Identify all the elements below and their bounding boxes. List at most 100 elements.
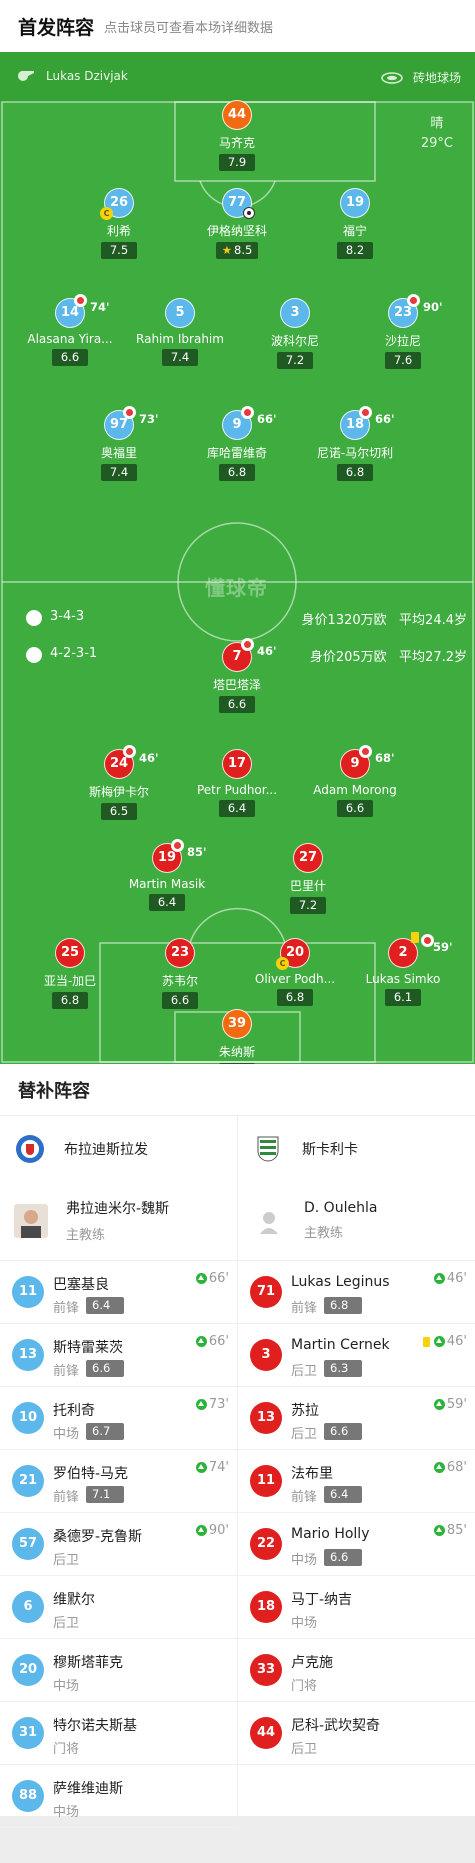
sub-number: 13: [250, 1402, 282, 1434]
player-name: Lukas Simko: [365, 972, 441, 986]
sub-rating: 7.1: [86, 1486, 124, 1503]
sub-in-minute: 46': [446, 1271, 467, 1286]
sub-number: 11: [12, 1276, 44, 1308]
rating-value: 7.2: [285, 353, 305, 367]
sub-player-row[interactable]: 20 穆斯塔菲克 中场: [0, 1639, 237, 1702]
sub-position: 中场: [53, 1805, 80, 1820]
coach-placeholder-icon: [260, 1211, 278, 1234]
player-number: 2 59': [388, 932, 453, 968]
coach-role: 主教练: [66, 1228, 106, 1243]
sub-number: 20: [12, 1654, 44, 1686]
player-home-f2[interactable]: 9 66' 库哈雷维奇 6.8: [172, 406, 302, 481]
home-subs-team[interactable]: 布拉迪斯拉发: [0, 1116, 237, 1181]
home-coach[interactable]: 弗拉迪米尔-魏斯 主教练: [0, 1181, 237, 1261]
sub-in-icon: [433, 1462, 445, 1473]
sub-position: 后卫: [53, 1616, 80, 1631]
player-rating: 6.6: [219, 696, 255, 713]
player-away-am2[interactable]: 17 Petr Pudhor... 6.4: [172, 749, 302, 817]
player-number: 9 68': [340, 745, 395, 779]
player-name: 利希: [106, 224, 131, 238]
player-home-f3[interactable]: 18 66' 尼诺-马尔切利 6.8: [290, 406, 420, 481]
player-away-d2[interactable]: 23 苏韦尔 6.6: [115, 938, 245, 1009]
sub-player-row[interactable]: 44 尼科-武坎契奇 后卫: [238, 1702, 475, 1765]
sub-player-row[interactable]: 21 罗伯特-马克 前锋 7.1 74': [0, 1450, 237, 1513]
rating-value: 6.5: [109, 804, 129, 818]
player-rating: 7.2: [277, 352, 313, 369]
player-number: 14 74': [55, 294, 110, 328]
sub-name: 罗伯特-马克: [53, 1466, 129, 1482]
sub-player-row[interactable]: 71 Lukas Leginus 前锋 6.8 46': [238, 1261, 475, 1324]
player-number: 26 C: [100, 188, 134, 220]
sub-player-row[interactable]: 31 特尔诺夫斯基 门将: [0, 1702, 237, 1765]
player-home-m2[interactable]: 5 Rahim Ibrahim 7.4: [115, 298, 245, 366]
sub-player-row[interactable]: 22 Mario Holly 中场 6.6 85': [238, 1513, 475, 1576]
player-home-m4[interactable]: 23 90' 沙拉尼 7.6: [338, 294, 468, 369]
player-away-dm1[interactable]: 19 85' Martin Masik 6.4: [102, 839, 232, 911]
pitch: Lukas Dzivjak 砖地球场 晴 29°C 懂球帝 3-4-3 身价13…: [0, 52, 475, 1064]
sub-in-info: 66': [195, 1271, 229, 1286]
sub-in-minute: 66': [208, 1334, 229, 1349]
star-icon: ★: [221, 243, 232, 257]
sub-player-row[interactable]: 13 斯特雷莱茨 前锋 6.6 66': [0, 1324, 237, 1387]
rating-value: 6.4: [227, 801, 247, 815]
watermark: 懂球帝: [205, 576, 268, 600]
rating-value: 7.4: [109, 465, 129, 479]
sub-player-row[interactable]: 57 桑德罗-克鲁斯 后卫 90': [0, 1513, 237, 1576]
sub-rating: 6.4: [324, 1486, 362, 1503]
sub-out-icon: [359, 406, 372, 419]
sub-position: 后卫: [291, 1364, 318, 1379]
player-home-f1[interactable]: 97 73' 奥福里 7.4: [54, 406, 184, 481]
player-rating: 7.5: [101, 242, 137, 259]
sub-in-icon: [195, 1336, 207, 1347]
away-coach[interactable]: D. Oulehla 主教练: [238, 1181, 475, 1261]
home-value: 身价1320万欧 平均24.4岁: [301, 613, 467, 628]
sub-player-row[interactable]: 18 马丁-纳吉 中场: [238, 1576, 475, 1639]
player-home-gk[interactable]: 44 马齐克 7.9: [172, 100, 302, 171]
sub-player-row[interactable]: 3 Martin Cernek 后卫 6.3 46': [238, 1324, 475, 1387]
player-away-dm2[interactable]: 27 巴里什 7.2: [243, 843, 373, 914]
player-away-st[interactable]: 7 46' 塔巴塔泽 6.6: [172, 638, 302, 713]
player-rating: 7.9: [219, 154, 255, 171]
yellow-card-icon: [411, 932, 419, 943]
sub-position: 前锋: [291, 1490, 318, 1505]
sub-rating: 6.4: [86, 1297, 124, 1314]
sub-player-row[interactable]: 13 苏拉 后卫 6.6 59': [238, 1387, 475, 1450]
sub-out-icon: [123, 406, 136, 419]
sub-name: 托利奇: [53, 1403, 95, 1419]
player-name: 库哈雷维奇: [206, 446, 267, 460]
sub-out-minute: 68': [375, 751, 395, 765]
sub-player-row[interactable]: 11 巴塞基良 前锋 6.4 66': [0, 1261, 237, 1324]
sub-number: 88: [12, 1780, 44, 1812]
sub-rating: 6.6: [324, 1549, 362, 1566]
player-number: 9 66': [222, 406, 277, 440]
sub-in-info: 46': [433, 1271, 467, 1286]
sub-number: 3: [250, 1339, 282, 1371]
player-home-rb[interactable]: 19 福宁 8.2: [290, 188, 420, 259]
sub-position: 前锋: [53, 1301, 80, 1316]
sub-player-row[interactable]: 33 卢克施 门将: [238, 1639, 475, 1702]
sub-player-row[interactable]: 88 萨维维迪斯 中场: [0, 1765, 237, 1828]
sub-number: 31: [12, 1717, 44, 1749]
page-subtitle: 点击球员可查看本场详细数据: [104, 20, 274, 36]
sub-player-row[interactable]: 6 维默尔 后卫: [0, 1576, 237, 1639]
sub-number: 44: [250, 1717, 282, 1749]
player-away-am1[interactable]: 24 46' 斯梅伊卡尔 6.5: [54, 745, 184, 820]
sub-name: 马丁-纳吉: [291, 1592, 353, 1608]
rating-value: 6.8: [227, 465, 247, 479]
player-number: 5: [165, 298, 195, 328]
sub-player-row[interactable]: 10 托利奇 中场 6.7 73': [0, 1387, 237, 1450]
slovan-crest-icon: [16, 1134, 44, 1163]
player-home-lb[interactable]: 26 C 利希 7.5: [54, 188, 184, 259]
player-home-cb[interactable]: 77 伊格纳坚科 ★ 8.5: [172, 188, 302, 259]
player-away-d4[interactable]: 2 59' Lukas Simko 6.1: [338, 932, 468, 1006]
player-away-am3[interactable]: 9 68' Adam Morong 6.6: [290, 745, 420, 817]
sub-in-minute: 73': [208, 1397, 229, 1412]
player-away-agk[interactable]: 39 朱纳斯 7.3: [172, 1009, 302, 1064]
sub-player-row[interactable]: 11 法布里 前锋 6.4 68': [238, 1450, 475, 1513]
rating-value: 6.6: [345, 801, 365, 815]
away-subs-team[interactable]: 斯卡利卡: [238, 1116, 475, 1181]
sub-in-icon: [195, 1273, 207, 1284]
sub-in-info: 90': [195, 1523, 229, 1538]
player-number: 27: [293, 843, 323, 873]
player-name: 斯梅伊卡尔: [88, 785, 149, 799]
